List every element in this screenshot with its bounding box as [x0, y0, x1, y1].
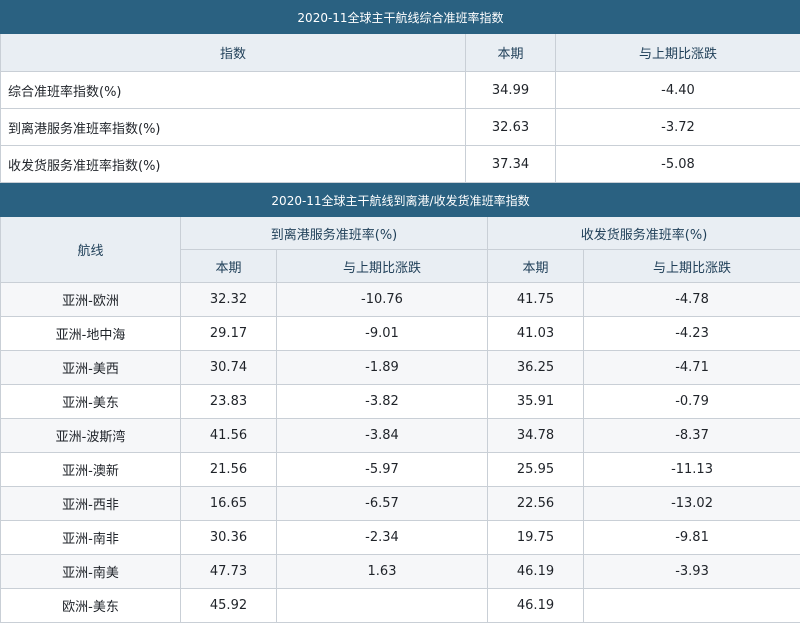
header-index: 指数: [0, 33, 466, 72]
subheader-port-current: 本期: [180, 249, 277, 283]
cargo-change: -3.93: [582, 554, 800, 589]
cargo-change: -4.23: [582, 316, 800, 351]
cargo-change: -8.37: [582, 418, 800, 453]
cargo-current: 46.19: [487, 554, 584, 589]
summary-row: 收发货服务准班率指数(%) 37.34 -5.08: [0, 145, 800, 183]
summary-row: 到离港服务准班率指数(%) 32.63 -3.72: [0, 108, 800, 146]
cargo-change: -9.81: [582, 520, 800, 555]
summary-table-title: 2020-11全球主干航线综合准班率指数: [0, 0, 800, 34]
port-current: 23.83: [180, 384, 277, 419]
port-change: -10.76: [276, 282, 488, 317]
port-current: 29.17: [180, 316, 277, 351]
table-row: 亚洲-波斯湾 41.56 -3.84 34.78 -8.37: [0, 418, 800, 453]
port-current: 32.32: [180, 282, 277, 317]
port-change: -2.34: [276, 520, 488, 555]
cargo-current: 41.75: [487, 282, 584, 317]
route-name: 亚洲-南美: [0, 554, 181, 589]
summary-table: 2020-11全球主干航线综合准班率指数 指数 本期 与上期比涨跌 综合准班率指…: [0, 0, 800, 183]
route-table: 2020-11全球主干航线到离港/收发货准班率指数 航线 到离港服务准班率(%)…: [0, 183, 800, 623]
index-label: 到离港服务准班率指数(%): [0, 108, 466, 146]
subheader-port-change: 与上期比涨跌: [276, 249, 488, 283]
cargo-change: -4.71: [582, 350, 800, 385]
route-name: 亚洲-南非: [0, 520, 181, 555]
cargo-current: 25.95: [487, 452, 584, 487]
table-row: 亚洲-南非 30.36 -2.34 19.75 -9.81: [0, 520, 800, 555]
route-name: 亚洲-波斯湾: [0, 418, 181, 453]
cargo-current: 34.78: [487, 418, 584, 453]
route-table-body: 亚洲-欧洲 32.32 -10.76 41.75 -4.78 亚洲-地中海 29.17 -9.…: [0, 282, 800, 623]
port-change: -1.89: [276, 350, 488, 385]
header-change: 与上期比涨跌: [555, 33, 800, 72]
route-name: 亚洲-美东: [0, 384, 181, 419]
cargo-change: [582, 588, 800, 623]
route-name: 欧洲-美东: [0, 588, 181, 623]
port-change: -3.84: [276, 418, 488, 453]
index-change: -5.08: [555, 145, 800, 183]
port-change: -3.82: [276, 384, 488, 419]
port-change: -9.01: [276, 316, 488, 351]
cargo-current: 35.91: [487, 384, 584, 419]
index-change: -3.72: [555, 108, 800, 146]
cargo-change: -13.02: [582, 486, 800, 521]
port-current: 30.74: [180, 350, 277, 385]
route-name: 亚洲-地中海: [0, 316, 181, 351]
cargo-current: 46.19: [487, 588, 584, 623]
header-current: 本期: [465, 33, 556, 72]
port-change: [276, 588, 488, 623]
table-row: 亚洲-地中海 29.17 -9.01 41.03 -4.23: [0, 316, 800, 351]
summary-row: 综合准班率指数(%) 34.99 -4.40: [0, 71, 800, 109]
cargo-change: -4.78: [582, 282, 800, 317]
table-row: 亚洲-美东 23.83 -3.82 35.91 -0.79: [0, 384, 800, 419]
index-current: 32.63: [465, 108, 556, 146]
index-current: 37.34: [465, 145, 556, 183]
cargo-current: 41.03: [487, 316, 584, 351]
route-name: 亚洲-欧洲: [0, 282, 181, 317]
cargo-current: 36.25: [487, 350, 584, 385]
table-row: 亚洲-西非 16.65 -6.57 22.56 -13.02: [0, 486, 800, 521]
port-current: 45.92: [180, 588, 277, 623]
route-name: 亚洲-西非: [0, 486, 181, 521]
table-row: 欧洲-美东 45.92 46.19: [0, 588, 800, 623]
index-label: 综合准班率指数(%): [0, 71, 466, 109]
subheader-cargo-current: 本期: [487, 249, 584, 283]
cargo-current: 22.56: [487, 486, 584, 521]
table-row: 亚洲-澳新 21.56 -5.97 25.95 -11.13: [0, 452, 800, 487]
port-current: 41.56: [180, 418, 277, 453]
table-row: 亚洲-南美 47.73 1.63 46.19 -3.93: [0, 554, 800, 589]
index-current: 34.99: [465, 71, 556, 109]
route-name: 亚洲-澳新: [0, 452, 181, 487]
port-current: 16.65: [180, 486, 277, 521]
port-current: 30.36: [180, 520, 277, 555]
port-change: -6.57: [276, 486, 488, 521]
port-change: 1.63: [276, 554, 488, 589]
route-table-title: 2020-11全球主干航线到离港/收发货准班率指数: [0, 183, 800, 217]
subheader-cargo-change: 与上期比涨跌: [582, 249, 800, 283]
table-row: 亚洲-美西 30.74 -1.89 36.25 -4.71: [0, 350, 800, 385]
cargo-change: -11.13: [582, 452, 800, 487]
cargo-change: -0.79: [582, 384, 800, 419]
route-name: 亚洲-美西: [0, 350, 181, 385]
table-row: 亚洲-欧洲 32.32 -10.76 41.75 -4.78: [0, 282, 800, 317]
index-label: 收发货服务准班率指数(%): [0, 145, 466, 183]
port-current: 47.73: [180, 554, 277, 589]
header-port-service: 到离港服务准班率(%): [180, 216, 488, 250]
port-current: 21.56: [180, 452, 277, 487]
header-cargo-service: 收发货服务准班率(%): [486, 216, 800, 250]
index-change: -4.40: [555, 71, 800, 109]
header-route: 航线: [0, 216, 181, 283]
cargo-current: 19.75: [487, 520, 584, 555]
port-change: -5.97: [276, 452, 488, 487]
